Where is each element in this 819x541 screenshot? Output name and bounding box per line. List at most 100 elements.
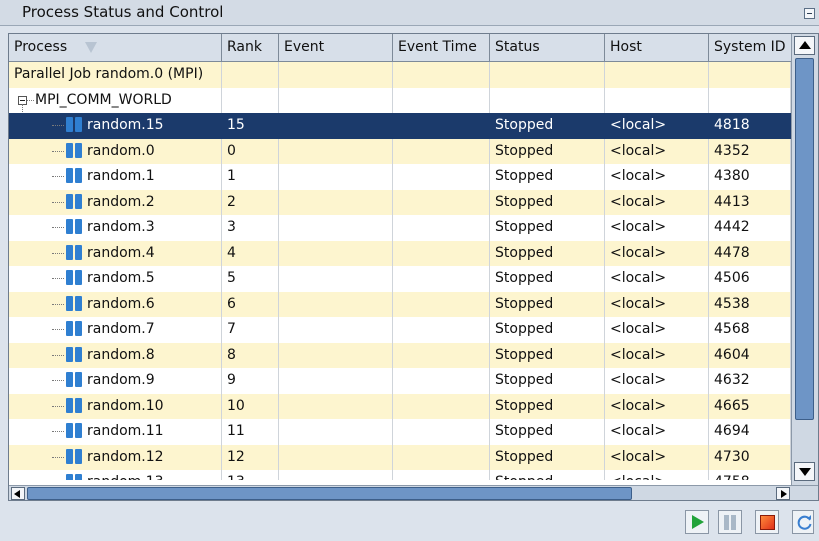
status-cell: Stopped [490,164,605,190]
empty-cell [279,62,393,88]
event-time-cell [393,444,490,470]
event-cell [279,240,393,266]
host-cell: <local> [605,113,709,139]
stop-icon [760,515,775,530]
process-paused-icon [66,372,84,387]
table-row[interactable]: random.6 6 Stopped <local> 4538 [9,291,791,317]
process-cell: random.2 [9,189,222,215]
column-header-rank[interactable]: Rank [222,34,279,61]
host-cell: <local> [605,138,709,164]
system-id-cell: 4380 [709,164,791,190]
horizontal-scroll-thumb[interactable] [27,487,632,500]
pause-icon [724,515,736,530]
tree-connector [52,201,64,203]
status-cell: Stopped [490,266,605,292]
vertical-scrollbar[interactable] [791,34,818,485]
table-row[interactable]: random.1 1 Stopped <local> 4380 [9,164,791,190]
process-name: random.11 [87,423,164,439]
event-cell [279,113,393,139]
event-cell [279,342,393,368]
rank-cell: 2 [222,189,279,215]
tree-connector [52,329,64,330]
event-time-cell [393,291,490,317]
process-name: random.3 [87,219,155,235]
kill-button[interactable] [755,510,779,534]
empty-cell [490,62,605,88]
rank-cell: 7 [222,317,279,343]
rank-cell: 12 [222,444,279,470]
process-cell: random.12 [9,444,222,470]
event-time-cell [393,342,490,368]
empty-cell [222,62,279,88]
scroll-down-button[interactable] [794,462,815,481]
column-header-process[interactable]: Process [9,34,222,61]
process-paused-icon [66,168,84,183]
empty-cell [605,62,709,88]
table-row[interactable]: random.13 13 Stopped<local>4758 [9,470,791,480]
tree-node-row[interactable]: MPI_COMM_WORLD [9,87,791,113]
host-cell: <local> [605,393,709,419]
process-name: random.9 [87,372,155,388]
process-name: random.0 [87,142,155,159]
column-header-system-id[interactable]: System ID [709,34,799,61]
table-row[interactable]: random.4 4 Stopped <local> 4478 [9,240,791,266]
status-cell: Stopped [490,393,605,419]
group-row[interactable]: Parallel Job random.0 (MPI) [9,62,791,88]
process-name: random.2 [87,193,155,210]
process-paused-icon [66,295,84,311]
status-cell: Stopped [490,368,605,394]
process-paused-icon [66,142,84,158]
table-row[interactable]: random.11 11 Stopped <local> 4694 [9,419,791,445]
system-id-cell: 4506 [709,266,791,292]
scroll-up-button[interactable] [794,36,815,55]
process-cell: random.0 [9,138,222,164]
rank-cell: 6 [222,291,279,317]
host-cell: <local> [605,215,709,241]
column-header-process-label: Process [14,39,68,55]
process-cell: random.15 [9,113,222,139]
refresh-icon [797,515,812,530]
host-cell: <local> [605,240,709,266]
process-paused-icon [66,117,84,132]
table-row[interactable]: random.8 8 Stopped <local> 4604 [9,342,791,368]
status-cell: Stopped [490,470,605,480]
vertical-scroll-thumb[interactable] [795,58,814,420]
table-row[interactable]: random.9 9 Stopped <local> 4632 [9,368,791,394]
event-cell [279,444,393,470]
go-button[interactable] [685,510,709,534]
column-header-event-time[interactable]: Event Time [393,34,490,61]
table-row[interactable]: random.2 2 Stopped <local> 4413 [9,189,791,215]
host-cell: <local> [605,368,709,394]
host-cell: <local> [605,470,709,480]
column-header-host[interactable]: Host [605,34,709,61]
play-icon [692,515,704,529]
table-row[interactable]: random.5 5 Stopped <local> 4506 [9,266,791,292]
column-header-status[interactable]: Status [490,34,605,61]
host-cell: <local> [605,342,709,368]
tree-connector [27,99,34,101]
status-cell: Stopped [490,444,605,470]
arrow-down-icon [799,468,811,476]
rank-cell: 10 [222,393,279,419]
tree-connector [52,176,64,177]
panel-titlebar: Process Status and Control [0,0,819,26]
column-header-event[interactable]: Event [279,34,393,61]
event-cell [279,164,393,190]
collapse-panel-button[interactable] [804,8,815,19]
table-row[interactable]: random.15 15 Stopped <local> 4818 [9,113,791,139]
table-row[interactable]: random.12 12 Stopped <local> 4730 [9,444,791,470]
tree-connector [52,125,64,126]
event-time-cell [393,470,490,480]
table-row[interactable]: random.7 7 Stopped <local> 4568 [9,317,791,343]
horizontal-scrollbar[interactable] [9,485,818,500]
table-row[interactable]: random.0 0 Stopped <local> 4352 [9,138,791,164]
rank-cell: 9 [222,368,279,394]
scroll-right-button[interactable] [776,487,790,500]
table-row[interactable]: random.3 3 Stopped <local> 4442 [9,215,791,241]
system-id-cell: 4413 [709,189,791,215]
halt-button[interactable] [718,510,742,534]
scroll-left-button[interactable] [11,487,25,500]
control-toolbar [0,510,819,534]
table-row[interactable]: random.10 10 Stopped <local> 4665 [9,393,791,419]
refresh-button[interactable] [792,510,814,534]
